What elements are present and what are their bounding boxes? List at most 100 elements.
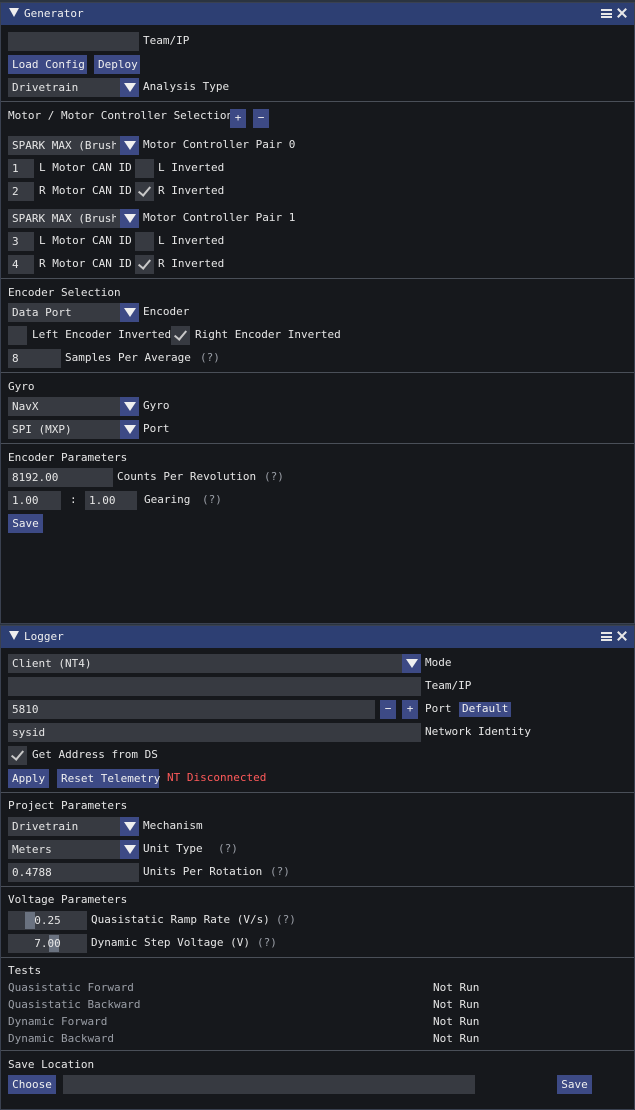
- save-location-heading: Save Location: [8, 1058, 95, 1071]
- help-marker[interactable]: (?): [276, 913, 296, 927]
- divider: [1, 792, 634, 793]
- counts-per-revolution-label: Counts Per Revolution: [117, 470, 257, 483]
- collapse-triangle-icon[interactable]: [9, 8, 19, 17]
- help-marker[interactable]: (?): [270, 865, 290, 879]
- analysis-type-label: Analysis Type: [143, 80, 230, 93]
- chevron-down-icon[interactable]: [120, 420, 139, 439]
- r-motor-can-id-input[interactable]: 4: [8, 255, 34, 274]
- port-increment-button[interactable]: +: [402, 700, 418, 719]
- load-config-button[interactable]: Load Config: [8, 55, 87, 74]
- ramp-rate-slider[interactable]: 0.25: [8, 911, 87, 930]
- mechanism-label: Mechanism: [143, 819, 203, 832]
- l-inverted-label: L Inverted: [158, 234, 225, 247]
- deploy-button[interactable]: Deploy: [94, 55, 140, 74]
- chevron-down-icon[interactable]: [120, 817, 139, 836]
- port-decrement-button[interactable]: −: [380, 700, 396, 719]
- l-motor-can-id-input[interactable]: 1: [8, 159, 34, 178]
- counts-per-revolution-input[interactable]: 8192.00: [8, 468, 113, 487]
- help-marker[interactable]: (?): [264, 470, 284, 484]
- divider: [1, 278, 634, 279]
- chevron-down-icon[interactable]: [120, 209, 139, 228]
- default-port-button[interactable]: Default: [459, 702, 512, 717]
- chevron-down-icon[interactable]: [402, 654, 421, 673]
- chevron-down-icon[interactable]: [120, 78, 139, 97]
- test-name: Quasistatic Backward: [8, 998, 141, 1011]
- right-encoder-inverted-checkbox[interactable]: [171, 326, 190, 345]
- divider: [1, 101, 634, 102]
- help-marker[interactable]: (?): [218, 842, 238, 856]
- mode-label: Mode: [425, 656, 452, 669]
- gearing-label: Gearing: [144, 493, 191, 506]
- l-motor-can-id-label: L Motor CAN ID: [39, 234, 132, 247]
- left-encoder-inverted-checkbox[interactable]: [8, 326, 27, 345]
- voltage-parameters-heading: Voltage Parameters: [8, 893, 128, 906]
- step-voltage-label: Dynamic Step Voltage (V): [91, 936, 250, 949]
- test-status: Not Run: [433, 981, 480, 994]
- gyro-port-label: Port: [143, 422, 170, 435]
- r-inverted-checkbox[interactable]: [135, 255, 154, 274]
- test-status: Not Run: [433, 1015, 480, 1028]
- step-voltage-slider[interactable]: 7.00: [8, 934, 87, 953]
- mechanism-combo[interactable]: Drivetrain: [8, 817, 139, 836]
- help-marker[interactable]: (?): [200, 351, 220, 365]
- add-motor-pair-button[interactable]: +: [230, 109, 246, 128]
- chevron-down-icon[interactable]: [120, 397, 139, 416]
- get-address-from-ds-checkbox[interactable]: [8, 746, 27, 765]
- ramp-rate-label: Quasistatic Ramp Rate (V/s): [91, 913, 270, 926]
- logger-window: Logger Client (NT4) Mode Team/IP 5810 − …: [0, 625, 635, 1110]
- remove-motor-pair-button[interactable]: −: [253, 109, 269, 128]
- motor-controller-pair-label: Motor Controller Pair 1: [143, 211, 296, 224]
- test-status: Not Run: [433, 998, 480, 1011]
- r-motor-can-id-input[interactable]: 2: [8, 182, 34, 201]
- team-ip-input[interactable]: [8, 677, 421, 696]
- motor-controller-combo-0[interactable]: SPARK MAX (Brushless): [8, 136, 139, 155]
- team-ip-label: Team/IP: [143, 34, 190, 47]
- motor-controller-combo-1[interactable]: SPARK MAX (Brushless): [8, 209, 139, 228]
- divider: [1, 957, 634, 958]
- chevron-down-icon[interactable]: [120, 136, 139, 155]
- chevron-down-icon[interactable]: [120, 303, 139, 322]
- help-marker[interactable]: (?): [202, 493, 222, 507]
- save-button[interactable]: Save: [8, 514, 43, 533]
- save-path-input[interactable]: [63, 1075, 475, 1094]
- r-motor-can-id-label: R Motor CAN ID: [39, 184, 132, 197]
- team-ip-input[interactable]: [8, 32, 139, 51]
- collapse-triangle-icon[interactable]: [9, 631, 19, 640]
- chevron-down-icon[interactable]: [120, 840, 139, 859]
- menu-icon[interactable]: [601, 9, 612, 18]
- close-icon[interactable]: [616, 7, 628, 19]
- encoder-combo[interactable]: Data Port: [8, 303, 139, 322]
- mode-combo[interactable]: Client (NT4): [8, 654, 421, 673]
- apply-button[interactable]: Apply: [8, 769, 49, 788]
- reset-telemetry-button[interactable]: Reset Telemetry: [57, 769, 160, 788]
- analysis-type-combo[interactable]: Drivetrain: [8, 78, 139, 97]
- l-inverted-checkbox[interactable]: [135, 159, 154, 178]
- nt-status-text: NT Disconnected: [167, 771, 267, 784]
- logger-title: Logger: [24, 630, 64, 643]
- generator-title: Generator: [24, 7, 84, 20]
- r-motor-can-id-label: R Motor CAN ID: [39, 257, 132, 270]
- unit-type-combo[interactable]: Meters: [8, 840, 139, 859]
- help-marker[interactable]: (?): [257, 936, 277, 950]
- l-motor-can-id-input[interactable]: 3: [8, 232, 34, 251]
- r-inverted-checkbox[interactable]: [135, 182, 154, 201]
- gearing-input-a[interactable]: 1.00: [8, 491, 61, 510]
- l-inverted-checkbox[interactable]: [135, 232, 154, 251]
- network-identity-input[interactable]: sysid: [8, 723, 421, 742]
- close-icon[interactable]: [616, 630, 628, 642]
- choose-button[interactable]: Choose: [8, 1075, 56, 1094]
- generator-titlebar[interactable]: Generator: [1, 3, 634, 25]
- tests-heading: Tests: [8, 964, 42, 977]
- samples-per-average-label: Samples Per Average: [65, 351, 191, 364]
- units-per-rotation-input[interactable]: 0.4788: [8, 863, 139, 882]
- units-per-rotation-label: Units Per Rotation: [143, 865, 263, 878]
- team-ip-label: Team/IP: [425, 679, 472, 692]
- gyro-port-combo[interactable]: SPI (MXP): [8, 420, 139, 439]
- menu-icon[interactable]: [601, 632, 612, 641]
- logger-titlebar[interactable]: Logger: [1, 626, 634, 648]
- samples-per-average-input[interactable]: 8: [8, 349, 61, 368]
- gearing-input-b[interactable]: 1.00: [85, 491, 137, 510]
- save-button[interactable]: Save: [557, 1075, 592, 1094]
- port-input[interactable]: 5810: [8, 700, 375, 719]
- gyro-combo[interactable]: NavX: [8, 397, 139, 416]
